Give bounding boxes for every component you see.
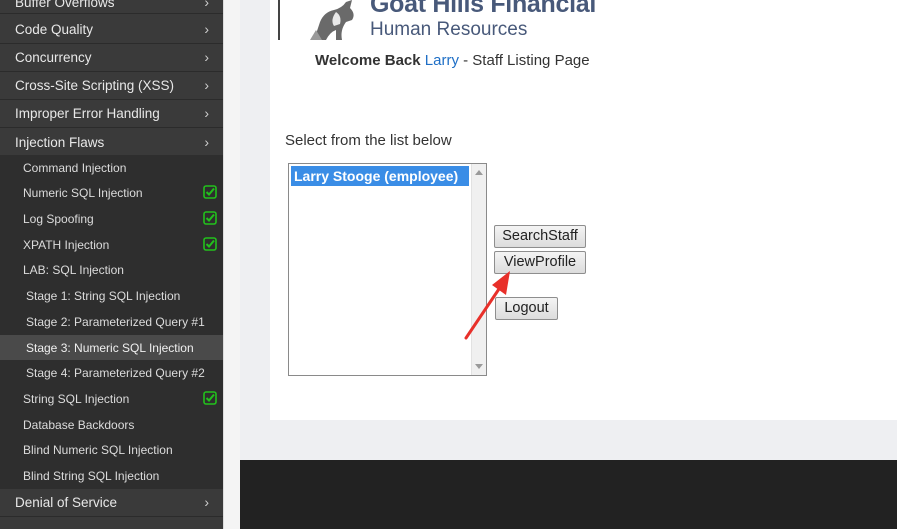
lesson-command-injection[interactable]: Command Injection xyxy=(0,155,223,181)
completed-check-icon xyxy=(203,185,217,199)
lesson-label: Stage 1: String SQL Injection xyxy=(26,289,181,303)
lesson-label: XPATH Injection xyxy=(23,238,110,252)
welcome-prefix: Welcome Back xyxy=(315,52,421,69)
logo-divider xyxy=(278,0,280,40)
scroll-down-arrow-icon[interactable] xyxy=(475,364,483,369)
welcome-message: Welcome Back Larry - Staff Listing Page xyxy=(315,52,590,69)
username-link[interactable]: Larry xyxy=(425,52,459,69)
red-annotation-arrow-icon xyxy=(464,271,510,340)
lesson-label: Log Spoofing xyxy=(23,212,94,226)
completed-check-icon xyxy=(203,237,217,251)
scroll-up-arrow-icon[interactable] xyxy=(475,170,483,175)
chevron-right-icon: › xyxy=(204,105,209,121)
lesson-label: LAB: SQL Injection xyxy=(23,263,124,277)
chevron-right-icon: › xyxy=(204,49,209,65)
staff-listbox[interactable]: Larry Stooge (employee) xyxy=(288,163,487,376)
lesson-database-backdoors[interactable]: Database Backdoors xyxy=(0,412,223,438)
lesson-label: String SQL Injection xyxy=(23,392,130,406)
category-label: Denial of Service xyxy=(15,495,118,510)
category-concurrency[interactable]: Concurrency › xyxy=(0,45,223,72)
category-label: Concurrency xyxy=(15,50,92,65)
lesson-label: Blind Numeric SQL Injection xyxy=(23,443,173,457)
lesson-label: Database Backdoors xyxy=(23,418,135,432)
category-improper-error-handling[interactable]: Improper Error Handling › xyxy=(0,101,223,128)
category-buffer-overflows[interactable]: Buffer Overflows › xyxy=(0,0,223,14)
lesson-stage-2[interactable]: Stage 2: Parameterized Query #1 xyxy=(0,309,223,335)
chevron-right-icon: › xyxy=(204,21,209,37)
company-name: Goat Hills Financial xyxy=(370,0,596,18)
category-injection-flaws[interactable]: Injection Flaws › xyxy=(0,130,223,157)
lesson-stage-4[interactable]: Stage 4: Parameterized Query #2 xyxy=(0,360,223,386)
lesson-label: Stage 3: Numeric SQL Injection xyxy=(26,341,194,355)
category-denial-of-service[interactable]: Denial of Service › xyxy=(0,490,223,517)
lesson-label: Blind String SQL Injection xyxy=(23,469,160,483)
category-label: Injection Flaws xyxy=(15,135,105,150)
category-partially-visible[interactable] xyxy=(0,518,223,529)
category-label: Code Quality xyxy=(15,22,94,37)
lesson-label: Command Injection xyxy=(23,161,127,175)
welcome-suffix: - Staff Listing Page xyxy=(458,52,590,69)
lesson-label: Stage 4: Parameterized Query #2 xyxy=(26,366,205,380)
chevron-right-icon: › xyxy=(204,77,209,93)
lesson-stage-1[interactable]: Stage 1: String SQL Injection xyxy=(0,283,223,309)
chevron-right-icon: › xyxy=(204,494,209,510)
category-label: Buffer Overflows xyxy=(15,0,115,10)
lesson-string-sql-injection[interactable]: String SQL Injection xyxy=(0,386,223,412)
lesson-numeric-sql-injection[interactable]: Numeric SQL Injection xyxy=(0,180,223,206)
chevron-right-icon: › xyxy=(204,0,209,10)
department-name: Human Resources xyxy=(370,19,528,40)
select-prompt: Select from the list below xyxy=(285,132,452,149)
completed-check-icon xyxy=(203,211,217,225)
page-footer xyxy=(240,460,897,529)
lesson-sidebar: Buffer Overflows › Code Quality › Concur… xyxy=(0,0,223,529)
lesson-blind-numeric-sql-injection[interactable]: Blind Numeric SQL Injection xyxy=(0,437,223,463)
lesson-log-spoofing[interactable]: Log Spoofing xyxy=(0,206,223,232)
category-label: Cross-Site Scripting (XSS) xyxy=(15,78,175,93)
sidebar-gutter xyxy=(223,0,240,529)
chevron-right-icon: › xyxy=(204,134,209,150)
lesson-label: Stage 2: Parameterized Query #1 xyxy=(26,315,205,329)
completed-check-icon xyxy=(203,391,217,405)
lesson-xpath-injection[interactable]: XPATH Injection xyxy=(0,232,223,258)
lesson-label: Numeric SQL Injection xyxy=(23,186,143,200)
lesson-blind-string-sql-injection[interactable]: Blind String SQL Injection xyxy=(0,463,223,489)
category-xss[interactable]: Cross-Site Scripting (XSS) › xyxy=(0,73,223,100)
lesson-lab-sql-injection[interactable]: LAB: SQL Injection xyxy=(0,257,223,283)
category-label: Improper Error Handling xyxy=(15,106,160,121)
category-code-quality[interactable]: Code Quality › xyxy=(0,17,223,44)
goat-logo-icon xyxy=(310,0,354,40)
lesson-stage-3-selected[interactable]: Stage 3: Numeric SQL Injection xyxy=(0,335,223,361)
search-staff-button[interactable]: SearchStaff xyxy=(494,225,586,248)
staff-option-selected[interactable]: Larry Stooge (employee) xyxy=(291,166,469,186)
